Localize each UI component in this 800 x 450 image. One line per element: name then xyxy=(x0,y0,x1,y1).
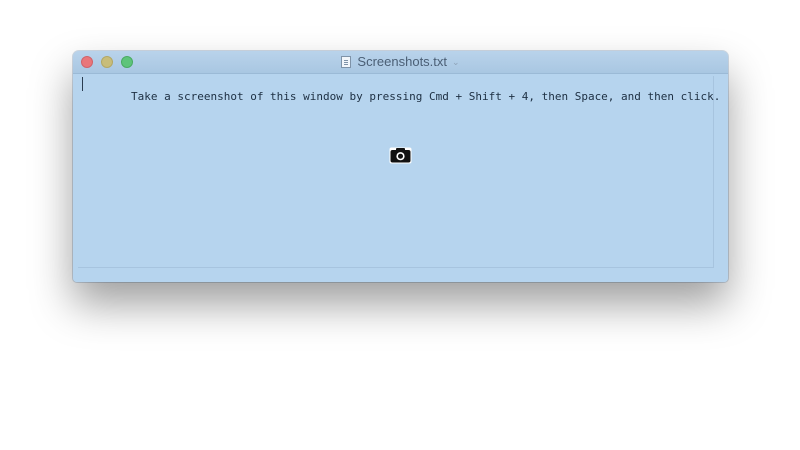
window-title: Screenshots.txt xyxy=(357,54,448,69)
camera-icon xyxy=(389,147,412,164)
textedit-window[interactable]: Screenshots.txt ⌄ Take a screenshot of th… xyxy=(73,51,728,282)
window-title-group[interactable]: Screenshots.txt ⌄ xyxy=(73,54,728,70)
document-icon xyxy=(341,56,352,68)
desktop: Screenshots.txt ⌄ Take a screenshot of th… xyxy=(0,0,800,450)
chevron-down-icon[interactable]: ⌄ xyxy=(452,54,460,70)
editor-area[interactable]: Take a screenshot of this window by pres… xyxy=(73,74,728,282)
text-caret xyxy=(82,77,83,91)
document-text: Take a screenshot of this window by pres… xyxy=(130,90,721,103)
title-bar[interactable]: Screenshots.txt ⌄ xyxy=(73,51,728,74)
document-text-area[interactable]: Take a screenshot of this window by pres… xyxy=(78,76,720,268)
